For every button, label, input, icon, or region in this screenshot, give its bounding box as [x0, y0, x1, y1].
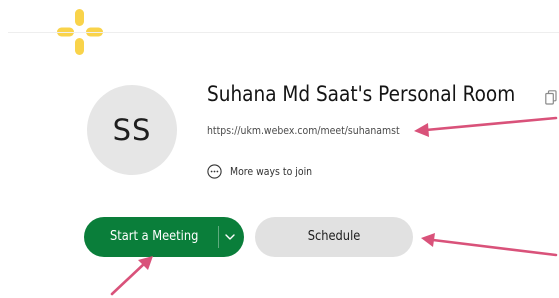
schedule-button[interactable]: Schedule [255, 217, 413, 257]
room-title: Suhana Md Saat's Personal Room [207, 82, 516, 106]
header-divider [8, 32, 559, 33]
avatar: SS [87, 85, 177, 175]
chevron-down-icon[interactable] [224, 231, 236, 243]
avatar-initials: SS [112, 113, 152, 147]
button-separator [218, 226, 219, 248]
more-ways-to-join-label: More ways to join [230, 164, 313, 178]
room-url-link[interactable]: https://ukm.webex.com/meet/suhanamst [207, 124, 400, 137]
arrow-to-start-meeting [110, 256, 153, 296]
personal-room-page: SS Suhana Md Saat's Personal Room https:… [0, 0, 559, 298]
ellipsis-circle-icon [207, 163, 222, 179]
arrow-to-url [414, 116, 558, 137]
arrow-to-schedule [421, 233, 558, 257]
start-meeting-label: Start a Meeting [110, 229, 199, 244]
copy-icon[interactable] [545, 90, 557, 105]
more-ways-to-join-link[interactable]: More ways to join [207, 162, 327, 180]
start-meeting-button[interactable]: Start a Meeting [84, 217, 244, 257]
schedule-label: Schedule [307, 229, 361, 244]
